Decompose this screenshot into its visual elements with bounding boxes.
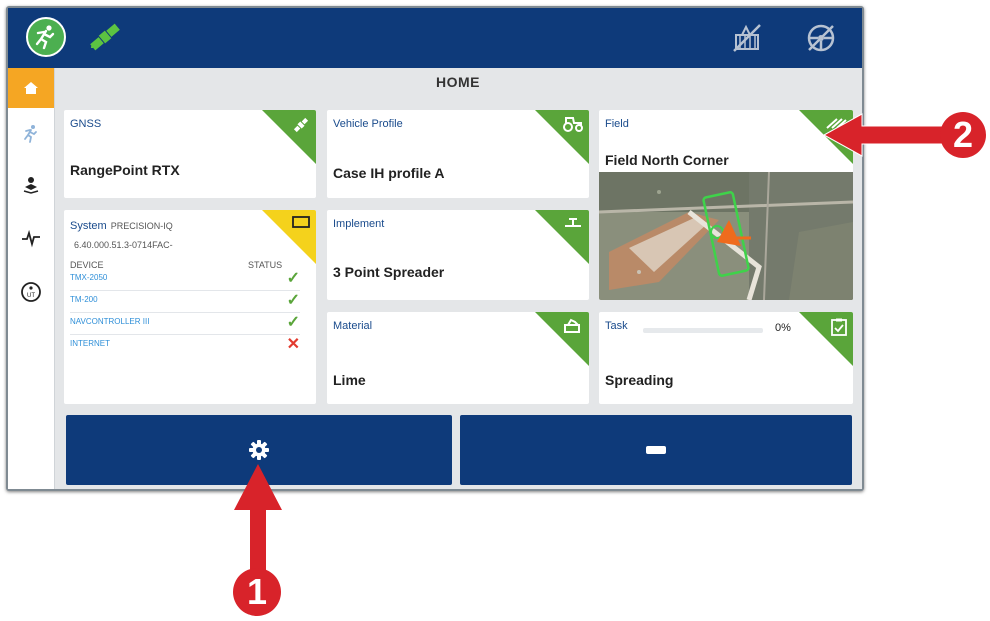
card-label: GNSS — [70, 118, 102, 130]
ut-label: UT — [27, 293, 35, 299]
sidebar-item-home[interactable] — [8, 68, 54, 108]
tractor-icon — [563, 117, 583, 132]
device-name: TM-200 — [70, 295, 98, 304]
steering-wheel-crossed-icon[interactable] — [804, 21, 838, 55]
satellite-icon — [293, 117, 309, 133]
device-name: NAVCONTROLLER III — [70, 317, 150, 326]
task-progress-bar — [643, 328, 763, 333]
minus-icon — [646, 446, 666, 454]
card-value: Field North Corner — [605, 152, 729, 168]
system-sublabel: PRECISION-IQ — [110, 221, 173, 231]
page-title: HOME — [436, 74, 480, 90]
system-version: 6.40.000.51.3-0714FAC- — [74, 240, 173, 250]
sidebar-item-diagnostics[interactable] — [8, 218, 54, 258]
status-error-icon: ✕ — [286, 336, 300, 353]
operator-icon — [23, 177, 39, 194]
gear-icon — [249, 440, 269, 460]
implement-card[interactable]: Implement 3 Point Spreader — [327, 210, 589, 300]
card-label: Implement — [333, 218, 385, 230]
callout-arrow-1 — [234, 464, 282, 580]
sidebar-item-operator[interactable] — [8, 164, 54, 204]
card-value: Spreading — [605, 372, 674, 388]
field-card[interactable]: Field Field North Corner — [599, 110, 853, 300]
device-row: INTERNET ✕ — [70, 336, 300, 356]
device-frame: UT HOME GNSS RangePoint RTX Vehicle Prof… — [6, 6, 864, 491]
status-column-header: STATUS — [248, 260, 283, 270]
ut-icon: UT — [21, 282, 41, 302]
card-label: Field — [605, 118, 629, 130]
runner-icon — [35, 25, 55, 50]
satellite-icon[interactable] — [88, 22, 122, 52]
sidebar: UT — [8, 68, 55, 489]
top-bar — [8, 8, 862, 68]
device-row: TMX-2050 ✓ — [70, 270, 300, 291]
minus-button[interactable] — [460, 415, 852, 485]
system-header: System PRECISION-IQ — [70, 220, 173, 232]
device-row: TM-200 ✓ — [70, 292, 300, 313]
runner-status-button[interactable] — [26, 17, 66, 57]
device-row: NAVCONTROLLER III ✓ — [70, 314, 300, 335]
task-card[interactable]: Task 0% Spreading — [599, 312, 853, 404]
card-value: Lime — [333, 372, 366, 388]
callout-number-2: 2 — [940, 112, 986, 158]
status-ok-icon: ✓ — [286, 314, 300, 331]
material-card[interactable]: Material Lime — [327, 312, 589, 404]
sidebar-item-ut[interactable]: UT — [8, 272, 54, 312]
callout-number-1: 1 — [233, 568, 281, 616]
system-card[interactable]: System PRECISION-IQ 6.40.000.51.3-0714FAC… — [64, 210, 316, 404]
gnss-card[interactable]: GNSS RangePoint RTX — [64, 110, 316, 198]
vehicle-profile-card[interactable]: Vehicle Profile Case IH profile A — [327, 110, 589, 198]
pulse-icon — [22, 229, 40, 248]
card-value: Case IH profile A — [333, 165, 445, 181]
device-column-header: DEVICE — [70, 260, 104, 270]
device-name: INTERNET — [70, 339, 110, 348]
card-value: 3 Point Spreader — [333, 264, 445, 280]
display-icon — [292, 216, 310, 228]
clipboard-check-icon — [831, 318, 847, 336]
implement-icon — [565, 218, 581, 227]
task-progress-text: 0% — [775, 322, 791, 334]
screen: UT HOME GNSS RangePoint RTX Vehicle Prof… — [8, 8, 862, 489]
material-icon — [564, 318, 580, 333]
home-icon — [24, 82, 38, 94]
field-map[interactable] — [599, 172, 853, 300]
status-ok-icon: ✓ — [286, 270, 300, 287]
sidebar-item-runner[interactable] — [8, 114, 54, 154]
card-label: Vehicle Profile — [333, 118, 403, 130]
field-crossed-icon[interactable] — [730, 21, 764, 55]
card-label: System — [70, 220, 107, 232]
runner-icon — [24, 125, 37, 143]
status-ok-icon: ✓ — [286, 292, 300, 309]
card-label: Task — [605, 320, 628, 332]
device-name: TMX-2050 — [70, 273, 108, 282]
card-label: Material — [333, 320, 373, 332]
card-value: RangePoint RTX — [70, 162, 180, 178]
